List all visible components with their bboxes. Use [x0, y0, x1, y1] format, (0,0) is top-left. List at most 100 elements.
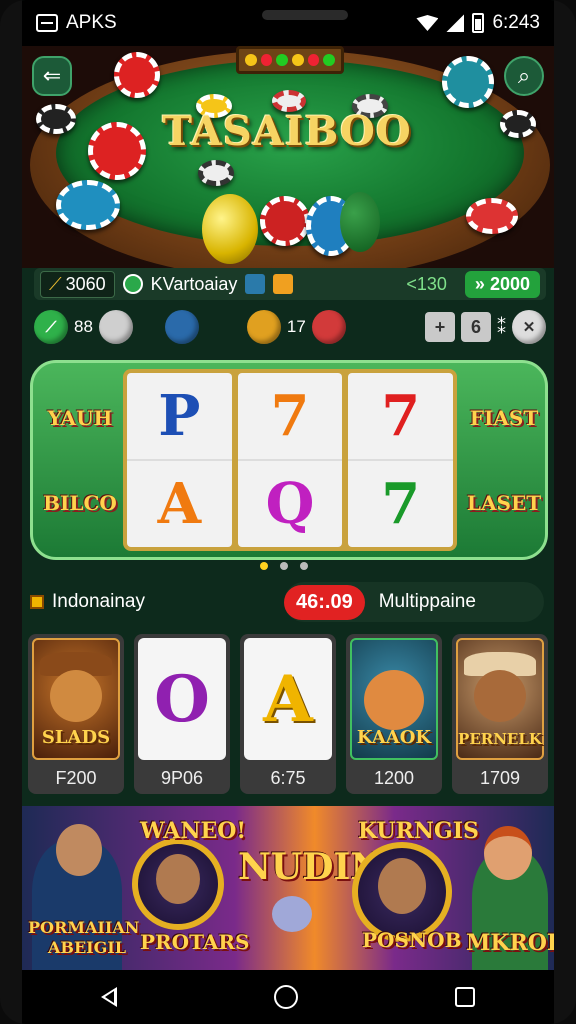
chip-icon [88, 122, 146, 180]
chip-tray [236, 46, 344, 74]
hero-banner: TASAIBOO ⇐ ⌕ [22, 46, 554, 268]
game-value: 1709 [479, 768, 521, 788]
reel-2: 7 Q [237, 373, 343, 547]
status-bar: APKS 6:243 [22, 0, 554, 46]
game-value: F200 [55, 768, 97, 788]
bet-display: <130 [406, 274, 447, 295]
balance-value: 2000 [489, 273, 530, 294]
right-logo-top: FIAST [469, 405, 539, 430]
promo-banner[interactable]: PORMAIIAN ABEIGIL WANEO! PROTARS NUDINS … [22, 806, 554, 970]
chip-icon [500, 110, 536, 138]
nav-home-icon[interactable] [273, 985, 298, 1009]
cowboy-icon [474, 670, 526, 722]
chip-icon [56, 180, 120, 230]
reel-symbol: 7 [237, 373, 343, 461]
coin-red-icon[interactable] [311, 310, 346, 344]
game-card[interactable]: KAAOK 1200 [346, 634, 442, 794]
search-button[interactable]: ⌕ [504, 56, 544, 96]
reel-window: P A 7 Q 7 7 [123, 369, 457, 551]
countdown-timer: 46:.09 [284, 584, 365, 620]
coin-silver-icon[interactable] [98, 310, 133, 344]
banner-label-2: ABEIGIL [48, 938, 127, 957]
gift-icon[interactable] [273, 274, 294, 294]
username[interactable]: KVartoaiay [151, 274, 238, 295]
flag-icon [30, 595, 44, 609]
mode-label[interactable]: Multippaine [379, 591, 476, 613]
nav-recents-icon[interactable] [455, 987, 476, 1007]
banner-wanted: WANEO! [140, 818, 247, 844]
back-button[interactable]: ⇐ [32, 56, 72, 96]
battery-icon [472, 13, 485, 33]
coin-gold-icon[interactable] [246, 310, 281, 344]
coin-value: 3060 [65, 273, 106, 294]
link-icon[interactable]: ⁑ [497, 317, 506, 338]
dice-icon [202, 194, 258, 264]
signal-icon [446, 14, 465, 32]
left-logo-bottom: BILCO [43, 490, 117, 515]
app-label: APKS [66, 12, 117, 33]
chip-stack-icon [260, 196, 310, 246]
game-name: SLADS [41, 727, 111, 748]
bet-prefix: < [406, 273, 417, 294]
bet-value: 130 [416, 273, 447, 294]
status-row: Indonainay 46:.09 Multippaine [22, 580, 554, 624]
game-art: O [138, 638, 226, 760]
region-selector[interactable]: Indonainay [22, 591, 284, 613]
game-art: A [244, 638, 332, 760]
wifi-icon [416, 15, 439, 31]
navigation-bar [22, 970, 554, 1024]
avatar-icon [122, 274, 143, 294]
slot-machine: YAUH BILCO P A 7 Q 7 7 FIAST LASET [30, 360, 548, 560]
game-name: KAAOK [356, 727, 432, 748]
person-head-icon [56, 824, 102, 876]
game-name: PERNELK [458, 730, 542, 748]
coin-green-icon[interactable]: ⟋ [34, 310, 68, 344]
status-right: 6:243 [416, 12, 540, 34]
reel-symbol: 7 [381, 471, 421, 537]
person-head-icon [378, 858, 426, 914]
pager-dots[interactable] [260, 562, 308, 570]
reel-1: P A [127, 373, 232, 547]
pager-dot[interactable] [300, 562, 308, 570]
game-list: SLADS F200 O 9P06 A 6:75 KAAOK 1200 PERN… [28, 634, 548, 796]
nav-back-icon[interactable] [100, 987, 117, 1007]
chip-icon [36, 104, 76, 134]
game-symbol: A [263, 661, 313, 737]
mode-panel: 46:.09 Multippaine [284, 582, 544, 622]
clock: 6:243 [492, 12, 540, 33]
game-symbol: O [154, 661, 210, 737]
game-value: 1200 [373, 768, 415, 788]
left-logo-top: YAUH [47, 405, 113, 430]
game-card[interactable]: PERNELK 1709 [452, 634, 548, 794]
balance-prefix: » [474, 273, 485, 294]
chip-icon [114, 52, 160, 98]
apk-icon [36, 14, 58, 32]
screen: APKS 6:243 TASAIBOO ⇐ ⌕ ⟋ 3060 KVartoaia… [22, 0, 554, 1024]
reel-symbol: Q [265, 471, 315, 537]
banner-label-1: PORMAIIAN [28, 918, 140, 937]
plus-button[interactable]: + [425, 312, 455, 342]
reel-symbol: 7 [348, 373, 454, 461]
count-field[interactable]: 6 [461, 312, 491, 342]
banner-prostars: PROTARS [140, 930, 250, 954]
back-arrow-icon: ⇐ [42, 63, 62, 88]
camera-notch [262, 10, 348, 20]
person-head-icon [484, 826, 532, 880]
search-icon: ⌕ [517, 63, 531, 88]
game-card[interactable]: O 9P06 [134, 634, 230, 794]
reel-symbol: A [157, 471, 202, 537]
gear-icon[interactable]: ✕ [512, 310, 546, 344]
reel-symbol: P [127, 373, 232, 461]
chart-icon[interactable] [245, 274, 266, 294]
game-card[interactable]: SLADS F200 [28, 634, 124, 794]
coin-balance[interactable]: ⟋ 3060 [40, 270, 115, 298]
pager-dot[interactable] [280, 562, 288, 570]
balance-button[interactable]: » 2000 [464, 270, 540, 298]
left-logo: YAUH BILCO [39, 375, 121, 545]
banner-mkroi: MKROI [466, 930, 554, 956]
game-card[interactable]: A 6:75 [240, 634, 336, 794]
right-logo-bottom: LASET [466, 490, 542, 515]
coin-blue-icon[interactable] [164, 310, 199, 344]
pager-dot[interactable] [260, 562, 268, 570]
right-logo: FIAST LASET [463, 375, 545, 545]
